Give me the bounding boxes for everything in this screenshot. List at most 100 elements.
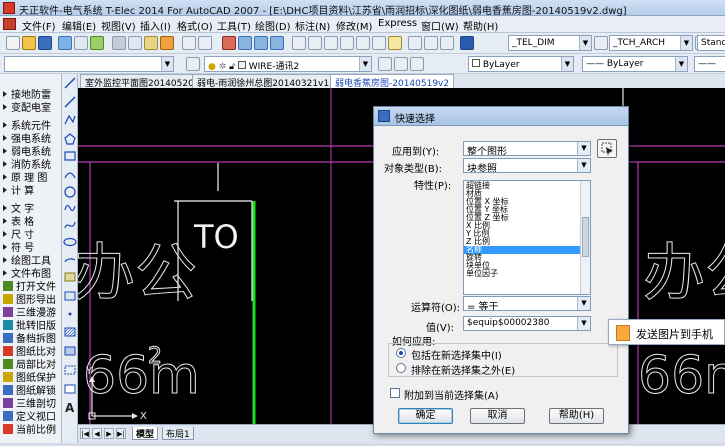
workspace-select[interactable]: ▼ xyxy=(4,56,174,72)
property-item[interactable]: 名称 xyxy=(464,246,590,254)
layer-states-icon[interactable] xyxy=(410,57,424,71)
design-center-icon[interactable] xyxy=(308,36,322,50)
exclude-label[interactable]: 排除在新选择集之外(E) xyxy=(411,362,515,377)
tool-palettes-icon[interactable] xyxy=(324,36,338,50)
sidebar-item-0[interactable]: 接地防雷 xyxy=(3,86,61,101)
table-style-icon[interactable] xyxy=(440,36,454,50)
table-style-select[interactable]: Standa xyxy=(697,35,725,51)
last-tab-button[interactable]: ▶| xyxy=(116,428,126,439)
gradient-icon[interactable] xyxy=(64,346,76,356)
properties-scrollbar[interactable] xyxy=(580,181,590,294)
spline-icon[interactable] xyxy=(64,221,76,229)
menu-modify[interactable]: 修改(M) xyxy=(336,18,372,33)
polyline-icon[interactable] xyxy=(64,114,76,125)
circle-icon[interactable] xyxy=(64,186,76,198)
preview-icon[interactable] xyxy=(74,36,88,50)
arc-icon[interactable] xyxy=(64,172,76,179)
append-checkbox[interactable] xyxy=(390,388,400,398)
menu-format[interactable]: 格式(O) xyxy=(177,18,213,33)
property-item[interactable]: Z 比例 xyxy=(464,238,590,246)
include-label[interactable]: 包括在新选择集中(I) xyxy=(411,347,502,362)
sidebar-item-11[interactable]: 符 号 xyxy=(3,239,61,254)
object-type-select[interactable]: 块参照 ▼ xyxy=(463,158,591,173)
sidebar-item-6[interactable]: 原 理 图 xyxy=(3,169,61,184)
table-icon[interactable] xyxy=(64,384,76,394)
append-label[interactable]: 附加到当前选择集(A) xyxy=(404,387,499,402)
save-icon[interactable] xyxy=(38,36,52,50)
sidebar-item-12[interactable]: 绘图工具 xyxy=(3,252,61,267)
ellipse-arc-icon[interactable] xyxy=(64,258,76,263)
first-tab-button[interactable]: |◀ xyxy=(80,428,90,439)
dim-style-manager-icon[interactable] xyxy=(594,36,608,50)
point-icon[interactable] xyxy=(68,312,72,316)
construction-line-icon[interactable] xyxy=(64,96,76,108)
document-icon[interactable] xyxy=(3,18,16,30)
sidebar-item-4[interactable]: 弱电系统 xyxy=(3,143,61,158)
make-block-icon[interactable] xyxy=(64,291,76,301)
sidebar-item-24[interactable]: 定义视口 xyxy=(3,408,61,423)
match-properties-icon[interactable] xyxy=(160,36,174,50)
redo-icon[interactable] xyxy=(198,36,212,50)
color-select[interactable]: ByLayer ▼ xyxy=(468,56,574,72)
menu-view[interactable]: 视图(V) xyxy=(101,18,136,33)
layer-manager-icon[interactable] xyxy=(186,57,200,71)
tab-layout1[interactable]: 布局1 xyxy=(162,427,194,440)
cancel-button[interactable]: 取消 xyxy=(470,408,525,424)
ok-button[interactable]: 确定 xyxy=(398,408,453,424)
sidebar-item-7[interactable]: 计 算 xyxy=(3,182,61,197)
sidebar-item-2[interactable]: 系统元件 xyxy=(3,117,61,132)
undo-icon[interactable] xyxy=(182,36,196,50)
menu-express[interactable]: Express xyxy=(378,18,417,29)
sidebar-item-13[interactable]: 文件布图 xyxy=(3,265,61,280)
zoom-realtime-icon[interactable] xyxy=(238,36,252,50)
dialog-title-bar[interactable]: 快速选择 xyxy=(374,107,628,126)
copy-icon[interactable] xyxy=(128,36,142,50)
text-style-select[interactable]: _TEL_DIM ▼ xyxy=(508,35,592,51)
tab-document-1[interactable]: 室外监控平面图20140520 xyxy=(80,74,199,89)
sidebar-item-15[interactable]: 图形导出 xyxy=(3,291,61,306)
layer-previous-icon[interactable] xyxy=(394,57,408,71)
tab-model[interactable]: 模型 xyxy=(132,427,159,440)
lineweight-select[interactable]: —— xyxy=(694,56,725,72)
sidebar-item-17[interactable]: 批转旧版 xyxy=(3,317,61,332)
publish-icon[interactable] xyxy=(90,36,104,50)
revision-cloud-icon[interactable] xyxy=(64,204,76,212)
layer-select[interactable]: ● ✲ 🔓︎ WIRE-通讯2 ▼ xyxy=(204,56,372,72)
sidebar-item-23[interactable]: 三维剖切 xyxy=(3,395,61,410)
select-objects-button[interactable] xyxy=(597,139,617,158)
property-item[interactable]: 超链接 xyxy=(464,182,590,190)
operator-select[interactable]: = 等于 ▼ xyxy=(463,296,591,311)
zoom-window-icon[interactable] xyxy=(254,36,268,50)
make-layer-current-icon[interactable] xyxy=(378,57,392,71)
tab-document-3[interactable]: 弱电香蕉房图-20140519v2 xyxy=(330,74,455,89)
menu-help[interactable]: 帮助(H) xyxy=(463,18,498,33)
menu-edit[interactable]: 编辑(E) xyxy=(62,18,96,33)
line-icon[interactable] xyxy=(64,77,76,89)
dim-style-select[interactable]: _TCH_ARCH ▼ xyxy=(609,35,693,51)
sidebar-item-8[interactable]: 文 字 xyxy=(3,200,61,215)
calculator-icon[interactable] xyxy=(372,36,386,50)
cut-icon[interactable] xyxy=(112,36,126,50)
sidebar-item-18[interactable]: 备档拆图 xyxy=(3,330,61,345)
menu-file[interactable]: 文件(F) xyxy=(22,18,56,33)
scrollbar-thumb[interactable] xyxy=(582,217,589,257)
region-icon[interactable] xyxy=(64,365,76,375)
help-button[interactable]: 帮助(H) xyxy=(549,408,604,424)
sidebar-item-9[interactable]: 表 格 xyxy=(3,213,61,228)
mtext-icon[interactable]: A xyxy=(65,401,75,415)
include-radio[interactable] xyxy=(396,348,406,358)
sidebar-item-14[interactable]: 打开文件 xyxy=(3,278,61,293)
sidebar-item-10[interactable]: 尺 寸 xyxy=(3,226,61,241)
ellipse-icon[interactable] xyxy=(63,237,77,247)
dim-style-icon[interactable] xyxy=(424,36,438,50)
sidebar-item-20[interactable]: 局部比对 xyxy=(3,356,61,371)
polygon-icon[interactable] xyxy=(64,133,76,145)
sidebar-item-19[interactable]: 图纸比对 xyxy=(3,343,61,358)
tab-document-2[interactable]: 弱电-雨润徐州总图20140321v13 xyxy=(192,74,340,89)
new-icon[interactable] xyxy=(6,36,20,50)
linetype-select[interactable]: —— ByLayer ▼ xyxy=(582,56,688,72)
text-style-manager-icon[interactable] xyxy=(460,36,474,50)
plot-icon[interactable] xyxy=(58,36,72,50)
prev-tab-button[interactable]: ◀ xyxy=(92,428,102,439)
property-item[interactable]: 单位因子 xyxy=(464,270,590,278)
